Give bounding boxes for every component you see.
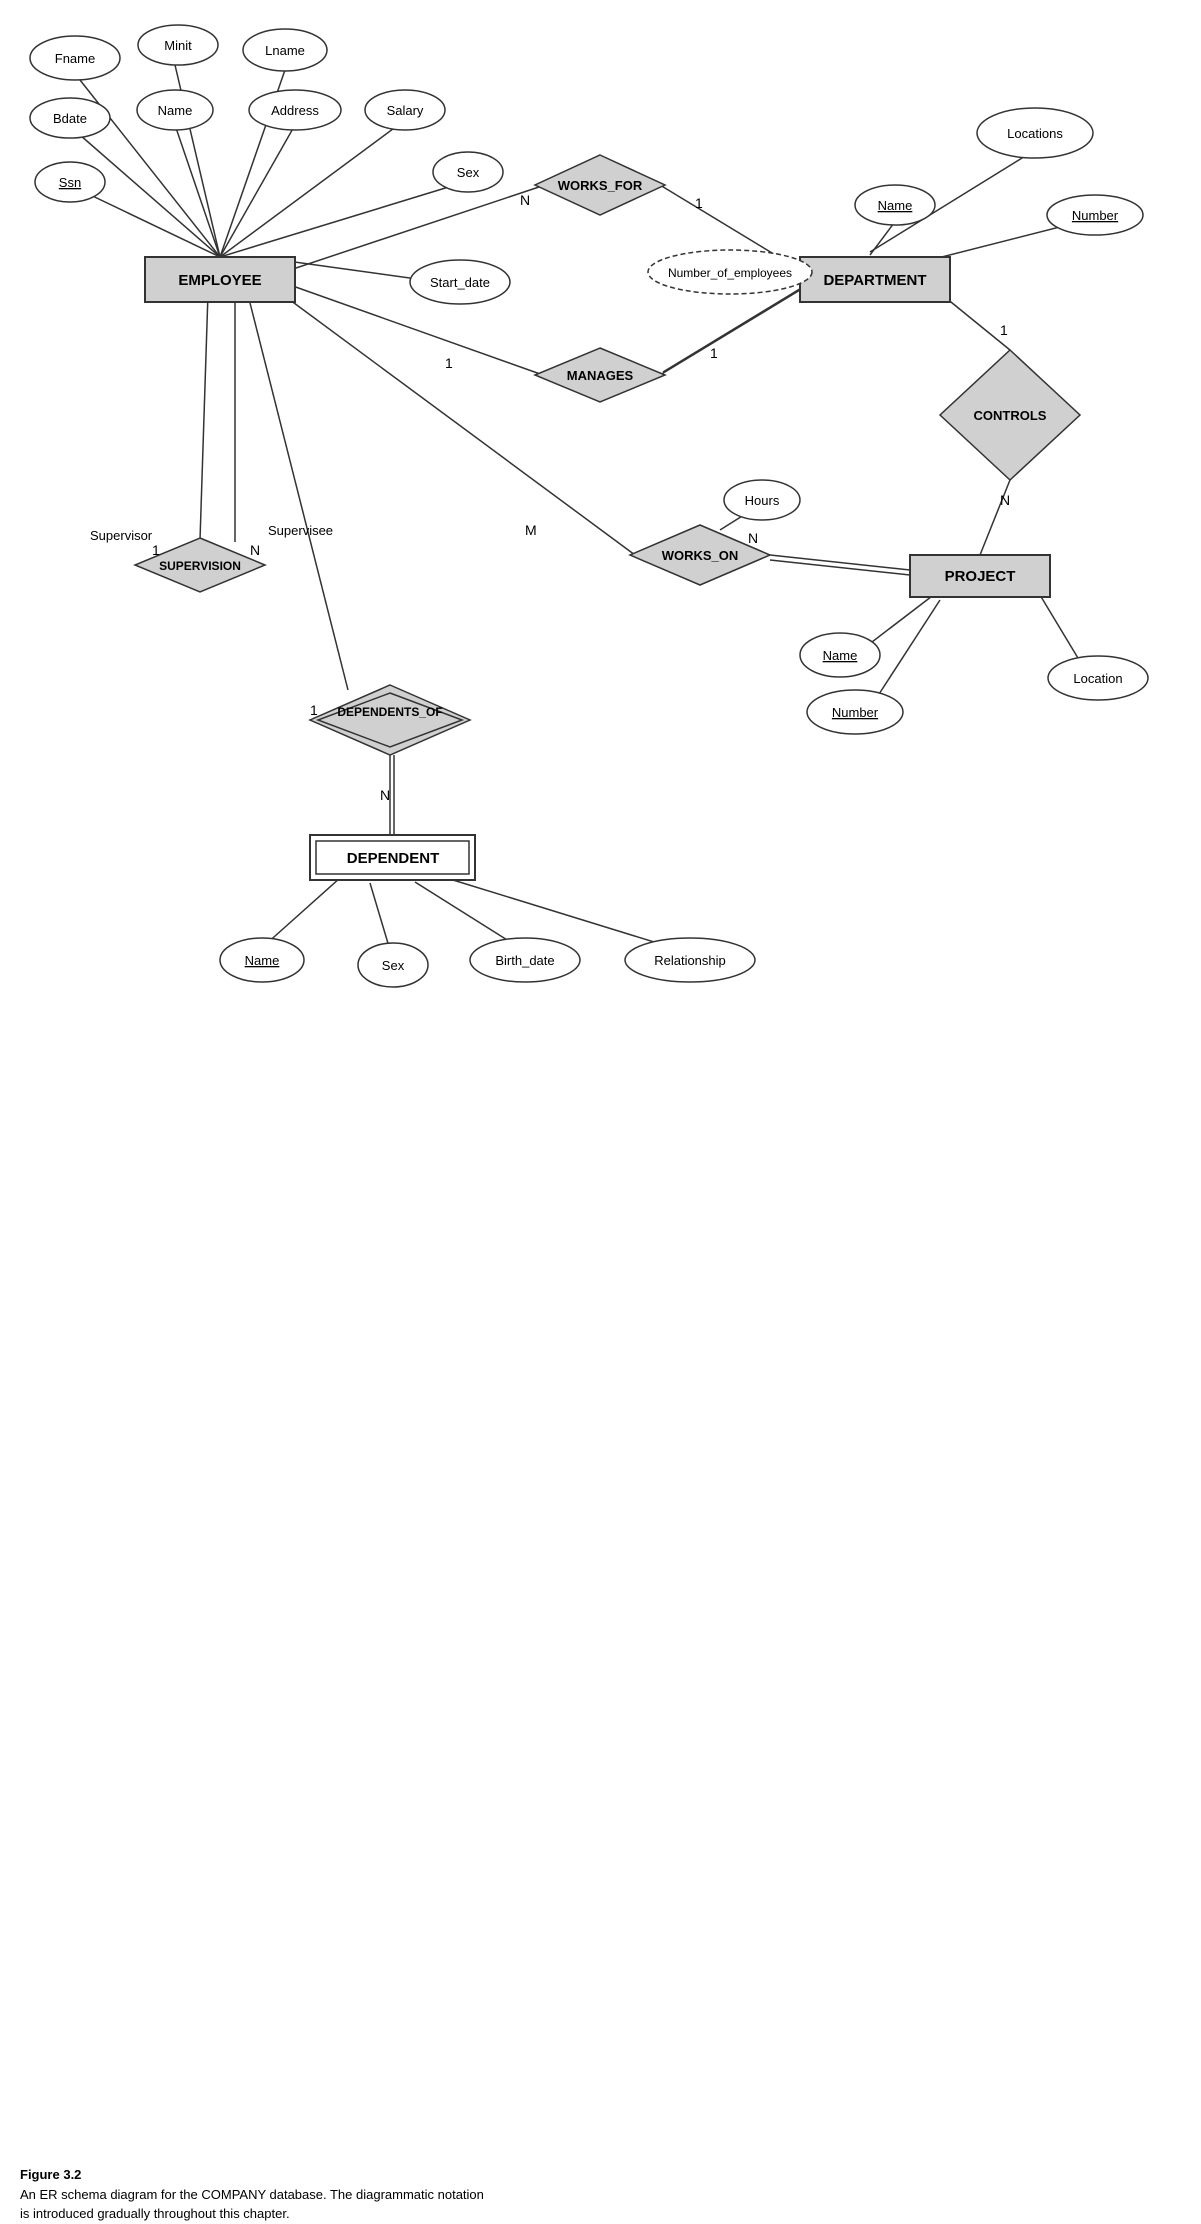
svg-text:Sex: Sex <box>382 958 405 973</box>
attr-address: Address <box>249 90 341 130</box>
attr-name-dep: Name <box>220 938 304 982</box>
attr-fname: Fname <box>30 36 120 80</box>
svg-text:EMPLOYEE: EMPLOYEE <box>178 272 261 289</box>
entity-dependent: DEPENDENT <box>310 835 475 880</box>
attr-lname: Lname <box>243 29 327 71</box>
card-dep-of-n: N <box>380 787 390 803</box>
figure-title: Figure 3.2 <box>20 2167 81 2182</box>
svg-text:Number: Number <box>832 705 879 720</box>
attr-number-proj: Number <box>807 690 903 734</box>
card-controls-1: 1 <box>1000 322 1008 338</box>
attr-name-dept: Name <box>855 185 935 225</box>
relationship-works-for: WORKS_FOR <box>535 155 665 215</box>
card-manages-1-emp: 1 <box>445 355 453 371</box>
svg-text:Minit: Minit <box>164 38 192 53</box>
svg-text:SUPERVISION: SUPERVISION <box>159 559 241 573</box>
svg-text:Start_date: Start_date <box>430 275 490 290</box>
svg-text:Ssn: Ssn <box>59 175 81 190</box>
attr-minit: Minit <box>138 25 218 65</box>
svg-text:Birth_date: Birth_date <box>495 953 554 968</box>
svg-text:WORKS_FOR: WORKS_FOR <box>558 178 643 193</box>
relationship-controls: CONTROLS <box>940 350 1080 480</box>
svg-text:WORKS_ON: WORKS_ON <box>662 548 739 563</box>
svg-text:Name: Name <box>158 103 193 118</box>
svg-text:DEPENDENT: DEPENDENT <box>347 850 440 867</box>
attr-number-dept: Number <box>1047 195 1143 235</box>
attr-start-date: Start_date <box>410 260 510 304</box>
attr-locations: Locations <box>977 108 1093 158</box>
entity-department: DEPARTMENT <box>800 257 950 302</box>
svg-text:Number: Number <box>1072 208 1119 223</box>
svg-text:Name: Name <box>878 198 913 213</box>
svg-text:Location: Location <box>1073 671 1122 686</box>
card-supervision-1: 1 <box>152 542 160 558</box>
svg-text:Bdate: Bdate <box>53 111 87 126</box>
card-works-for-1: 1 <box>695 195 703 211</box>
attr-ssn: Ssn <box>35 162 105 202</box>
er-diagram: EMPLOYEE DEPARTMENT PROJECT DEPENDENT WO… <box>0 0 1201 1080</box>
relationship-dependents-of: DEPENDENTS_OF <box>310 685 470 755</box>
label-supervisor: Supervisor <box>90 528 153 543</box>
svg-text:Name: Name <box>245 953 280 968</box>
svg-text:PROJECT: PROJECT <box>945 568 1016 585</box>
attr-relationship: Relationship <box>625 938 755 982</box>
svg-text:Address: Address <box>271 103 319 118</box>
attr-hours: Hours <box>724 480 800 520</box>
svg-text:Relationship: Relationship <box>654 953 726 968</box>
attr-birth-date: Birth_date <box>470 938 580 982</box>
caption-line1: An ER schema diagram for the COMPANY dat… <box>20 2187 484 2202</box>
card-supervision-n: N <box>250 542 260 558</box>
card-works-for-n: N <box>520 192 530 208</box>
svg-text:Hours: Hours <box>745 493 780 508</box>
entity-employee: EMPLOYEE <box>145 257 295 302</box>
attr-location-proj: Location <box>1048 656 1148 700</box>
card-dep-of-1: 1 <box>310 702 318 718</box>
svg-text:Lname: Lname <box>265 43 305 58</box>
attr-number-of-employees: Number_of_employees <box>648 250 812 294</box>
figure-caption: Figure 3.2 An ER schema diagram for the … <box>20 2165 720 2224</box>
svg-text:Number_of_employees: Number_of_employees <box>668 266 792 280</box>
label-supervisee: Supervisee <box>268 523 333 538</box>
svg-text:Locations: Locations <box>1007 126 1063 141</box>
attr-salary: Salary <box>365 90 445 130</box>
svg-text:Fname: Fname <box>55 51 95 66</box>
svg-text:Name: Name <box>823 648 858 663</box>
svg-text:Sex: Sex <box>457 165 480 180</box>
card-works-on-n: N <box>748 530 758 546</box>
attr-bdate: Bdate <box>30 98 110 138</box>
relationship-manages: MANAGES <box>535 348 665 402</box>
attr-name-proj: Name <box>800 633 880 677</box>
card-manages-1-dept: 1 <box>710 345 718 361</box>
svg-text:MANAGES: MANAGES <box>567 368 634 383</box>
entity-project: PROJECT <box>910 555 1050 597</box>
svg-text:Salary: Salary <box>387 103 424 118</box>
svg-text:CONTROLS: CONTROLS <box>974 408 1047 423</box>
attr-sex-emp: Sex <box>433 152 503 192</box>
card-works-on-m: M <box>525 522 537 538</box>
svg-text:DEPENDENTS_OF: DEPENDENTS_OF <box>337 705 442 719</box>
attr-sex-dep: Sex <box>358 943 428 987</box>
caption-line2: is introduced gradually throughout this … <box>20 2206 290 2221</box>
svg-text:DEPARTMENT: DEPARTMENT <box>823 272 926 289</box>
attr-name-emp: Name <box>137 90 213 130</box>
card-controls-n: N <box>1000 492 1010 508</box>
